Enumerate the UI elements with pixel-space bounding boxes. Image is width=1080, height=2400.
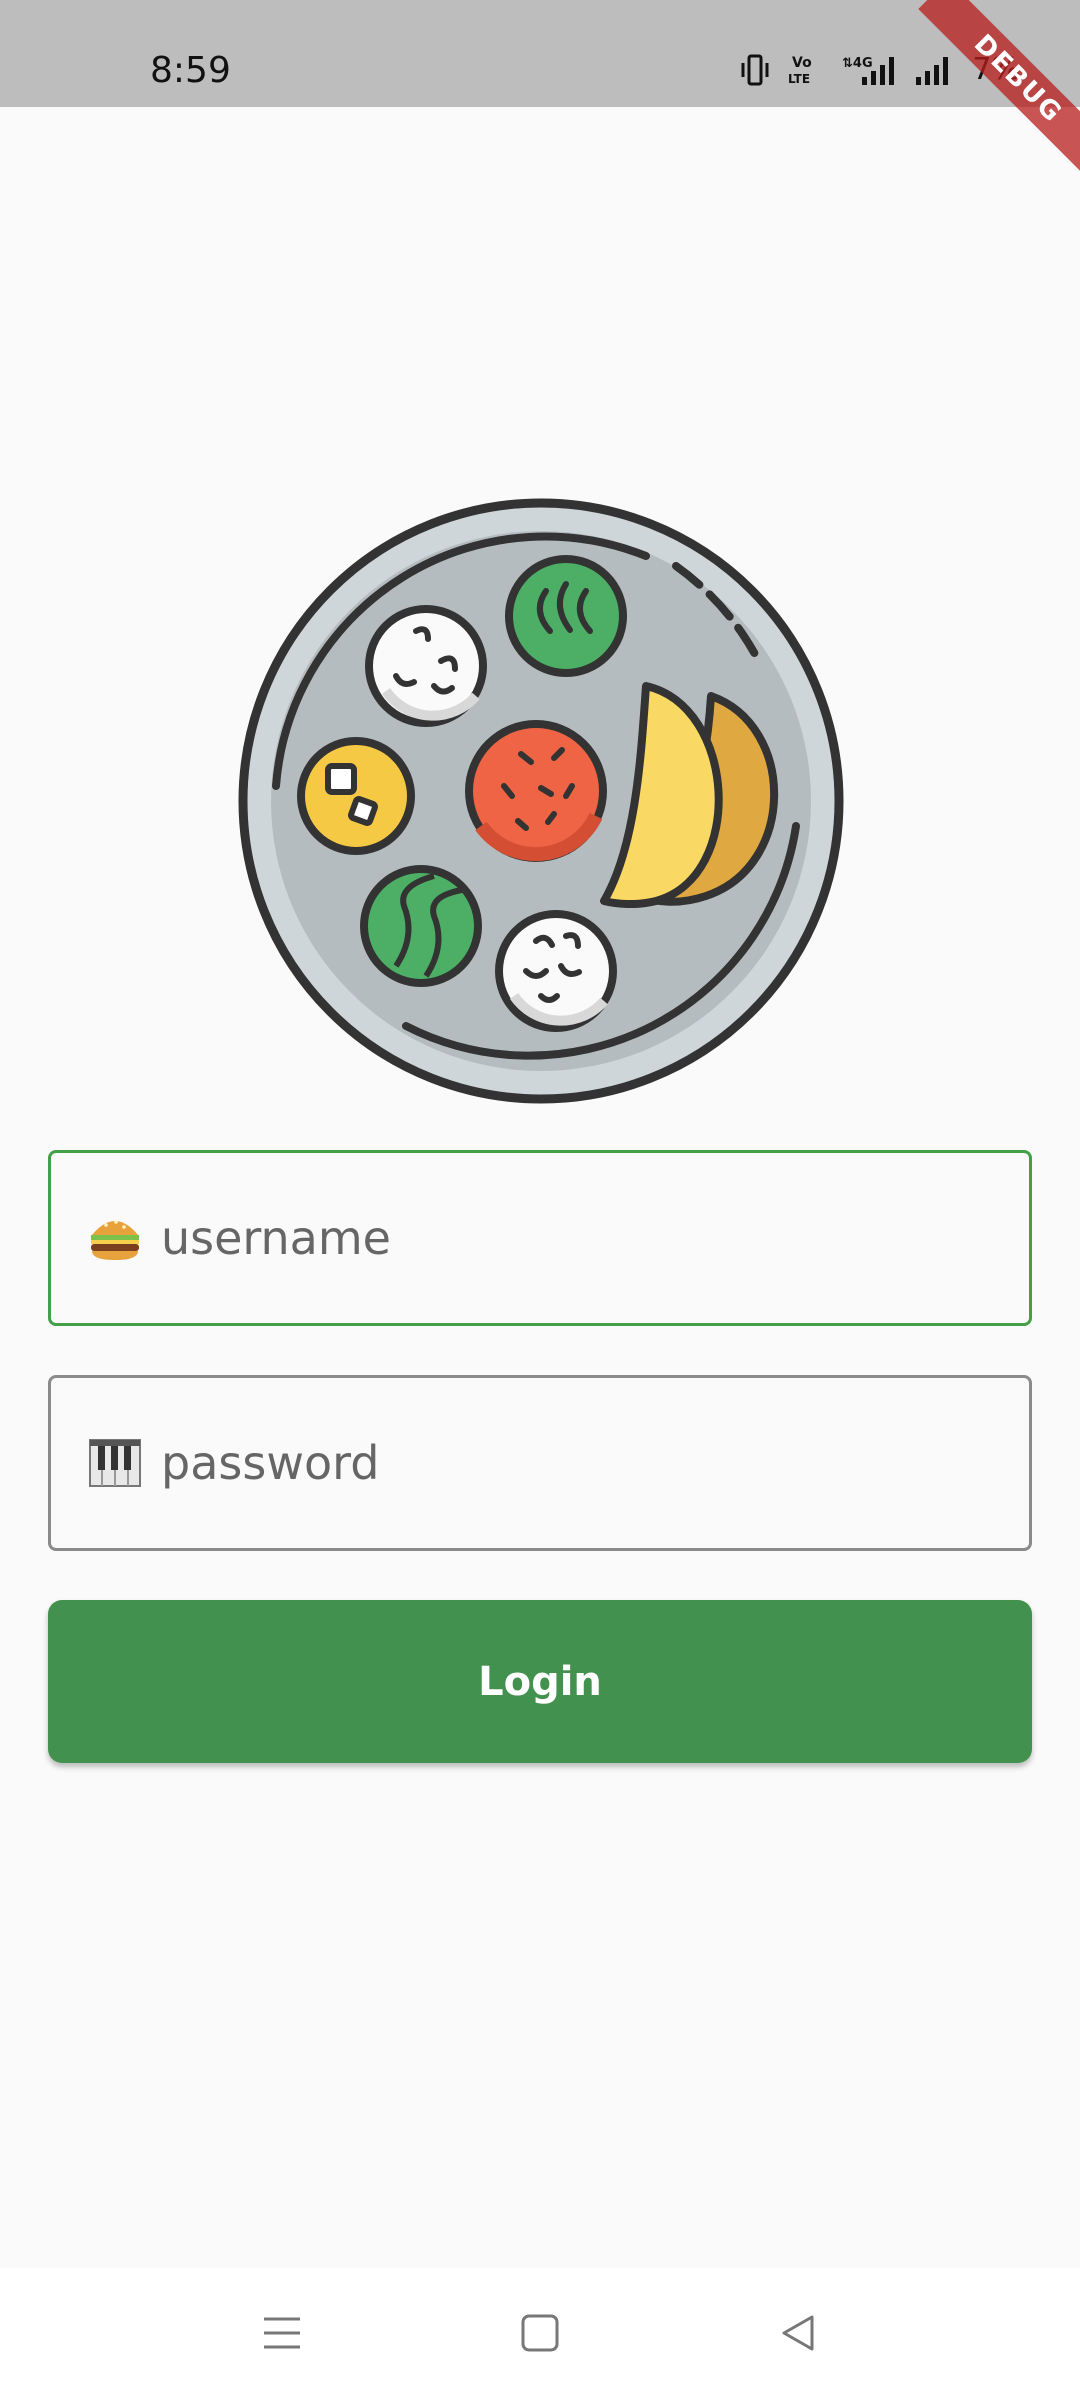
volte-icon: Vo LTE: [788, 55, 812, 86]
password-field[interactable]: password: [48, 1375, 1032, 1551]
login-button[interactable]: Login: [48, 1600, 1032, 1763]
back-icon[interactable]: [763, 2298, 833, 2368]
menu-icon[interactable]: [247, 2298, 317, 2368]
home-icon[interactable]: [505, 2298, 575, 2368]
status-time: 8:59: [150, 50, 231, 91]
svg-text:LTE: LTE: [788, 72, 810, 86]
food-plate-logo: [238, 498, 844, 1104]
burger-icon: [87, 1210, 143, 1266]
vibrate-icon: [741, 54, 769, 85]
username-placeholder: username: [161, 1211, 391, 1265]
signal-icon: [916, 56, 949, 85]
login-screen: 8:59 Vo LTE ⇅4G DEBUG username password …: [0, 0, 1080, 2400]
username-field[interactable]: username: [48, 1150, 1032, 1326]
navigation-bar: [0, 2268, 1080, 2400]
svg-text:Vo: Vo: [792, 55, 812, 71]
4g-signal-icon: ⇅4G: [842, 56, 895, 85]
status-bar: 8:59 Vo LTE ⇅4G: [0, 0, 1080, 107]
password-placeholder: password: [161, 1436, 380, 1490]
piano-icon: [87, 1435, 143, 1491]
svg-text:⇅4G: ⇅4G: [842, 56, 873, 71]
